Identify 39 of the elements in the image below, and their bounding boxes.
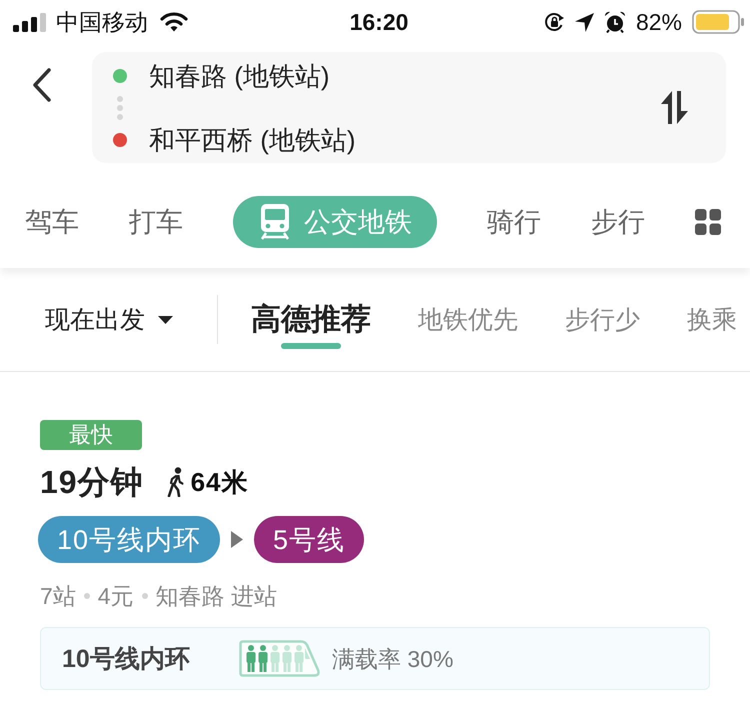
route-detail-text: 4元 (98, 582, 134, 611)
sort-tab[interactable]: 地铁优先 (418, 290, 518, 348)
subway-line-tag: 10号线内环 (38, 516, 220, 563)
clock-time: 16:20 (350, 8, 408, 36)
back-button[interactable] (31, 68, 53, 102)
rotation-lock-icon (544, 12, 565, 32)
mode-tab[interactable]: 骑行 (487, 196, 541, 248)
train-icon (259, 204, 291, 240)
route-detail-text: 知春路 进站 (156, 582, 277, 611)
triangle-right-icon (231, 531, 244, 548)
more-modes-button[interactable] (695, 209, 721, 235)
mode-tab[interactable]: 打车 (129, 196, 183, 248)
selected-tab-indicator (281, 342, 341, 348)
route-detail-text: 7站 (40, 582, 76, 611)
signal-icon (13, 12, 47, 32)
battery-icon (692, 10, 745, 34)
mode-tab[interactable]: 步行 (591, 196, 645, 248)
connector-line (116, 94, 124, 120)
wifi-icon (160, 12, 188, 32)
sort-tab[interactable]: 高德推荐 (251, 290, 371, 348)
departure-time-dropdown[interactable]: 现在出发 (45, 304, 173, 334)
subway-line-tag: 5号线 (254, 516, 364, 563)
crowding-rate-text: 满载率 30% (332, 644, 454, 672)
stop-name[interactable]: 知春路 (地铁站) (149, 60, 330, 92)
alarm-clock-icon (604, 11, 626, 33)
caret-down-icon (158, 316, 173, 324)
stop-name[interactable]: 和平西桥 (地铁站) (149, 124, 356, 156)
crowding-line-name: 10号线内环 (62, 644, 191, 674)
battery-percent: 82% (636, 8, 682, 36)
location-arrow-icon (574, 12, 594, 32)
carrier-name: 中国移动 (56, 8, 148, 36)
sort-tab[interactable]: 换乘 (687, 290, 737, 348)
walking-person-icon (166, 467, 186, 497)
swap-button[interactable] (660, 91, 690, 124)
sort-tab[interactable]: 步行少 (565, 290, 640, 348)
fastest-badge: 最快 (40, 420, 142, 450)
walking-distance: 64米 (190, 466, 249, 498)
mode-tab[interactable]: 驾车 (25, 196, 79, 248)
travel-duration: 19分钟 (40, 464, 144, 500)
